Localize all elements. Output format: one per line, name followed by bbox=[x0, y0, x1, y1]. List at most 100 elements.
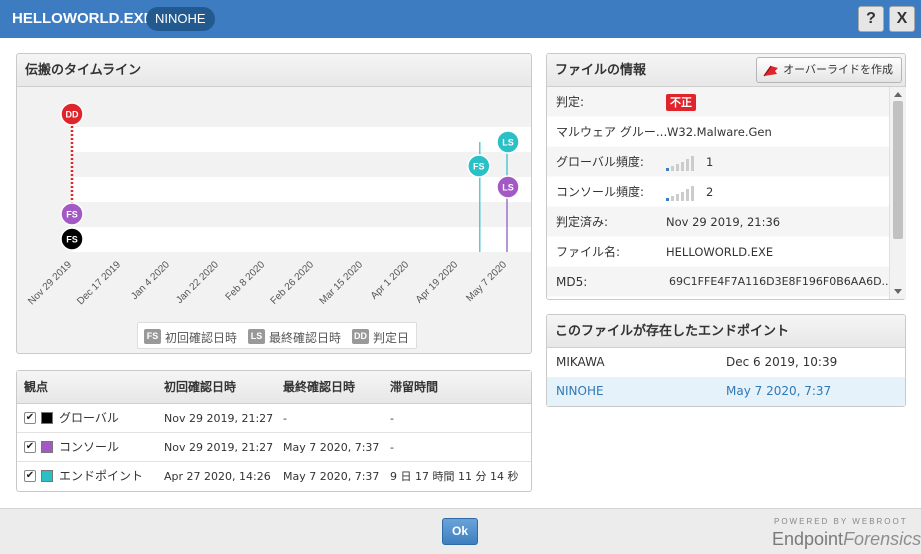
create-override-button[interactable]: オーバーライドを作成 bbox=[756, 57, 902, 83]
endpoint-date: Dec 6 2019, 10:39 bbox=[726, 355, 838, 369]
endpoint-color-swatch bbox=[41, 470, 53, 482]
legend-ls-badge: LS bbox=[248, 329, 265, 344]
window-title: HELLOWORLD.EXE bbox=[12, 10, 154, 27]
console-color-swatch bbox=[41, 441, 53, 453]
console-first-seen-marker-label: FS bbox=[66, 210, 78, 220]
row-first-seen: Nov 29 2019, 21:27 bbox=[164, 412, 274, 425]
endpoint-row-selected[interactable]: NINOHE May 7 2020, 7:37 bbox=[547, 377, 905, 406]
x-tick-label: Jan 22 2020 bbox=[174, 259, 221, 306]
table-row[interactable]: ✔ グローバル Nov 29 2019, 21:27 - - bbox=[17, 404, 531, 433]
console-checkbox[interactable]: ✔ bbox=[24, 441, 36, 453]
x-tick-label: Feb 26 2020 bbox=[269, 259, 317, 307]
row-last-seen: May 7 2020, 7:37 bbox=[283, 441, 380, 454]
legend-ls-label: 最終確認日時 bbox=[269, 331, 342, 345]
list-item: 判定済み: Nov 29 2019, 21:36 bbox=[547, 207, 889, 237]
row-last-seen: - bbox=[283, 412, 287, 425]
endpoint-name: MIKAWA bbox=[556, 355, 605, 369]
brand-powered-by: POWERED BY WEBROOT bbox=[774, 517, 908, 526]
timeline-band bbox=[72, 227, 531, 252]
determination-marker-label: DD bbox=[66, 110, 79, 120]
legend-dd-label: 判定日 bbox=[373, 331, 410, 345]
list-item: コンソール頻度: 2 bbox=[547, 177, 889, 207]
x-tick-label: Apr 1 2020 bbox=[369, 259, 412, 302]
x-tick-label: Apr 19 2020 bbox=[414, 259, 461, 306]
row-label: グローバル bbox=[59, 411, 119, 425]
verdict-label: 判定: bbox=[556, 95, 585, 109]
determined-label: 判定済み: bbox=[556, 215, 609, 229]
override-label: オーバーライドを作成 bbox=[783, 63, 893, 76]
dialog-footer: Ok POWERED BY WEBROOT EndpointForensics bbox=[0, 508, 921, 554]
endpoint-name: NINOHE bbox=[556, 384, 604, 398]
scrollbar-thumb[interactable] bbox=[893, 101, 903, 239]
legend-dd-badge: DD bbox=[352, 329, 369, 344]
x-tick-label: Mar 15 2020 bbox=[318, 259, 366, 307]
x-tick-label: Dec 17 2019 bbox=[75, 259, 123, 307]
timeline-chart: DD FS LS FS LS FS Nov 29 2019 Dec 17 2019 Jan 4… bbox=[26, 102, 531, 307]
endpoint-row[interactable]: MIKAWA Dec 6 2019, 10:39 bbox=[547, 348, 905, 377]
timeline-band bbox=[72, 127, 531, 152]
global-first-seen-marker-label: FS bbox=[66, 235, 78, 245]
timeline-title: 伝搬のタイムライン bbox=[17, 54, 531, 87]
row-dwell: - bbox=[390, 412, 394, 425]
help-button[interactable]: ? bbox=[858, 6, 884, 32]
brand-logo: EndpointForensics bbox=[772, 529, 921, 550]
list-item: 判定: 不正 bbox=[547, 87, 889, 117]
md5-label: MD5: bbox=[556, 275, 588, 289]
file-name-value: HELLOWORLD.EXE bbox=[666, 245, 774, 259]
list-item: ファイル名: HELLOWORLD.EXE bbox=[547, 237, 889, 267]
global-color-swatch bbox=[41, 412, 53, 424]
legend-fs-badge: FS bbox=[144, 329, 161, 344]
global-frequency-bars-icon bbox=[666, 155, 694, 171]
timeline-band bbox=[72, 202, 531, 227]
timeline-panel: 伝搬のタイムライン DD FS LS FS LS FS Nov 29 2019 Dec 17… bbox=[16, 53, 532, 354]
console-last-seen-marker-label: LS bbox=[502, 183, 514, 193]
row-first-seen: Apr 27 2020, 14:26 bbox=[164, 470, 271, 483]
md5-value: 69C1FFE4F7A116D3E8F196F0B6AA6D... bbox=[669, 275, 889, 288]
list-item: グローバル頻度: 1 bbox=[547, 147, 889, 177]
col-last-seen: 最終確認日時 bbox=[283, 380, 356, 394]
list-item: MD5: 69C1FFE4F7A116D3E8F196F0B6AA6D... bbox=[547, 267, 889, 297]
malware-group-label: マルウェア グルー... bbox=[556, 125, 668, 139]
endpoint-checkbox[interactable]: ✔ bbox=[24, 470, 36, 482]
endpoint-last-seen-marker-label: LS bbox=[502, 138, 514, 148]
row-dwell: - bbox=[390, 441, 394, 454]
console-frequency-label: コンソール頻度: bbox=[556, 185, 645, 199]
endpoints-title: このファイルが存在したエンドポイント bbox=[547, 315, 905, 348]
table-row[interactable]: ✔ エンドポイント Apr 27 2020, 14:26 May 7 2020,… bbox=[17, 462, 531, 491]
row-dwell: 9 日 17 時間 11 分 14 秒 bbox=[390, 470, 519, 483]
brand-forensics: Forensics bbox=[843, 529, 921, 549]
malware-group-value: W32.Malware.Gen bbox=[667, 125, 772, 139]
close-button[interactable]: X bbox=[889, 6, 915, 32]
row-first-seen: Nov 29 2019, 21:27 bbox=[164, 441, 274, 454]
col-dwell: 滞留時間 bbox=[390, 380, 439, 394]
global-checkbox[interactable]: ✔ bbox=[24, 412, 36, 424]
endpoint-date: May 7 2020, 7:37 bbox=[726, 384, 832, 398]
row-label: エンドポイント bbox=[59, 469, 144, 483]
timeline-band bbox=[72, 177, 531, 202]
host-badge: NINOHE bbox=[146, 7, 215, 31]
col-view: 観点 bbox=[24, 380, 49, 394]
scroll-up-icon[interactable] bbox=[894, 92, 902, 97]
table-row[interactable]: ✔ コンソール Nov 29 2019, 21:27 May 7 2020, 7… bbox=[17, 433, 531, 462]
row-label: コンソール bbox=[59, 440, 120, 454]
override-flag-icon bbox=[763, 65, 779, 77]
scroll-down-icon[interactable] bbox=[894, 289, 902, 294]
title-bar: HELLOWORLD.EXE NINOHE ? X bbox=[0, 0, 921, 38]
file-info-scrollbar[interactable] bbox=[889, 87, 906, 299]
timeline-legend: FS 初回確認日時 LS 最終確認日時 DD 判定日 bbox=[137, 322, 417, 349]
console-frequency-bars-icon bbox=[666, 185, 694, 201]
x-tick-label: Jan 4 2020 bbox=[129, 259, 172, 302]
row-last-seen: May 7 2020, 7:37 bbox=[283, 470, 380, 483]
endpoints-panel: このファイルが存在したエンドポイント MIKAWA Dec 6 2019, 10… bbox=[546, 314, 906, 407]
list-item: マルウェア グルー... W32.Malware.Gen bbox=[547, 117, 889, 147]
file-name-label: ファイル名: bbox=[556, 245, 621, 259]
endpoint-first-seen-marker-label: FS bbox=[473, 162, 485, 172]
x-tick-label: Nov 29 2019 bbox=[26, 259, 74, 307]
timeline-band bbox=[72, 102, 531, 127]
console-frequency-value: 2 bbox=[706, 185, 714, 199]
timeline-band bbox=[72, 152, 531, 177]
ok-button[interactable]: Ok bbox=[442, 518, 478, 545]
dialog-content: 伝搬のタイムライン DD FS LS FS LS FS Nov 29 2019 Dec 17… bbox=[0, 38, 921, 508]
file-info-panel: ファイルの情報 オーバーライドを作成 判定: 不正 マルウェア グルー... W… bbox=[546, 53, 906, 300]
global-frequency-label: グローバル頻度: bbox=[556, 155, 644, 169]
